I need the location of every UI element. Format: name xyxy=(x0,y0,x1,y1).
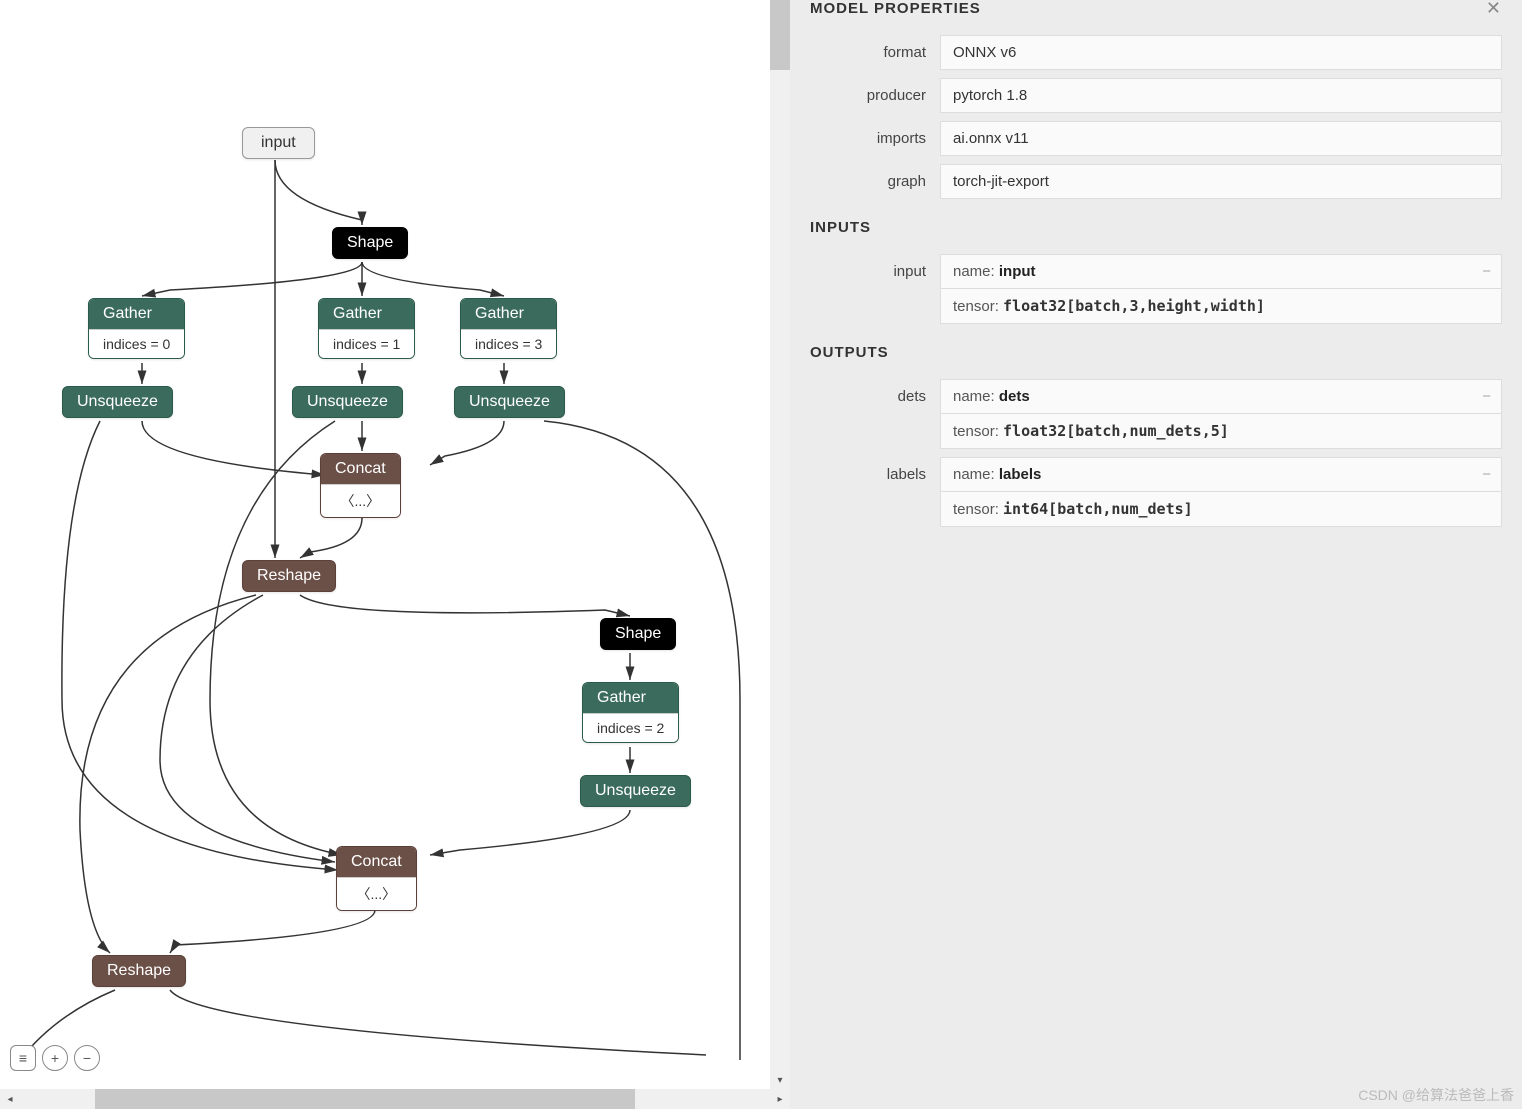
node-head: Gather xyxy=(319,299,414,329)
name-value: labels xyxy=(999,466,1042,483)
zoom-in-button[interactable]: + xyxy=(42,1045,68,1071)
prop-row-producer: producer pytorch 1.8 xyxy=(810,78,1502,113)
section-model-properties: MODEL PROPERTIES ✕ xyxy=(810,0,1502,17)
scrollbar-horizontal-thumb[interactable] xyxy=(95,1089,635,1109)
prop-label: labels xyxy=(810,457,940,483)
prop-value-name[interactable]: name: labels − xyxy=(940,457,1502,492)
tensor-value: float32[batch,num_dets,5] xyxy=(1003,422,1229,440)
prop-label: format xyxy=(810,35,940,61)
prop-value-tensor[interactable]: tensor: float32[batch,3,height,width] xyxy=(940,289,1502,324)
node-body: indices = 1 xyxy=(319,329,414,358)
scrollbar-vertical[interactable]: ▾ xyxy=(770,0,790,1090)
node-body: indices = 3 xyxy=(461,329,556,358)
node-label: Unsqueeze xyxy=(469,393,550,410)
node-unsqueeze-3[interactable]: Unsqueeze xyxy=(454,386,565,418)
prop-row-format: format ONNX v6 xyxy=(810,35,1502,70)
prop-row-imports: imports ai.onnx v11 xyxy=(810,121,1502,156)
node-body: indices = 2 xyxy=(583,713,678,742)
node-gather-2[interactable]: Gather indices = 1 xyxy=(318,298,415,359)
prop-value-tensor[interactable]: tensor: float32[batch,num_dets,5] xyxy=(940,414,1502,449)
prop-value[interactable]: torch-jit-export xyxy=(940,164,1502,199)
node-shape-1[interactable]: Shape xyxy=(332,227,408,259)
collapse-icon[interactable]: − xyxy=(1482,466,1491,483)
node-head: Gather xyxy=(89,299,184,329)
tensor-value: int64[batch,num_dets] xyxy=(1003,500,1193,518)
prop-value-tensor[interactable]: tensor: int64[batch,num_dets] xyxy=(940,492,1502,527)
scrollbar-right-arrow[interactable]: ▸ xyxy=(770,1089,790,1109)
prop-row-input: input name: input − tensor: float32[batc… xyxy=(810,254,1502,324)
node-reshape-2[interactable]: Reshape xyxy=(92,955,186,987)
node-body: 〈...〉 xyxy=(337,877,416,910)
prop-label: producer xyxy=(810,78,940,104)
node-unsqueeze-4[interactable]: Unsqueeze xyxy=(580,775,691,807)
tensor-prefix: tensor: xyxy=(953,501,1003,518)
node-input[interactable]: input xyxy=(242,127,315,159)
list-icon: ≡ xyxy=(19,1050,27,1066)
node-unsqueeze-2[interactable]: Unsqueeze xyxy=(292,386,403,418)
node-gather-1[interactable]: Gather indices = 0 xyxy=(88,298,185,359)
name-prefix: name: xyxy=(953,263,999,280)
collapse-icon[interactable]: − xyxy=(1482,263,1491,280)
tensor-prefix: tensor: xyxy=(953,423,1003,440)
node-head: Concat xyxy=(321,454,400,484)
node-gather-4[interactable]: Gather indices = 2 xyxy=(582,682,679,743)
prop-value[interactable]: pytorch 1.8 xyxy=(940,78,1502,113)
prop-value[interactable]: ai.onnx v11 xyxy=(940,121,1502,156)
prop-label: imports xyxy=(810,121,940,147)
section-heading-text: MODEL PROPERTIES xyxy=(810,0,981,17)
node-head: Gather xyxy=(461,299,556,329)
minus-icon: − xyxy=(83,1050,91,1066)
prop-row-labels: labels name: labels − tensor: int64[batc… xyxy=(810,457,1502,527)
section-inputs: INPUTS xyxy=(810,219,1502,236)
node-label: Unsqueeze xyxy=(595,782,676,799)
prop-label: input xyxy=(810,254,940,280)
node-unsqueeze-1[interactable]: Unsqueeze xyxy=(62,386,173,418)
node-body: 〈...〉 xyxy=(321,484,400,517)
node-label: Unsqueeze xyxy=(307,393,388,410)
scrollbar-horizontal[interactable]: ◂ ▸ xyxy=(0,1089,790,1109)
node-label: Reshape xyxy=(107,962,171,979)
tensor-prefix: tensor: xyxy=(953,298,1003,315)
graph-panel[interactable]: input Shape Gather indices = 0 Gather in… xyxy=(0,0,790,1109)
node-reshape-1[interactable]: Reshape xyxy=(242,560,336,592)
toolbar-list-button[interactable]: ≡ xyxy=(10,1045,36,1071)
node-label: Shape xyxy=(347,234,393,251)
prop-value[interactable]: ONNX v6 xyxy=(940,35,1502,70)
scrollbar-down-arrow[interactable]: ▾ xyxy=(770,1070,790,1090)
name-value: dets xyxy=(999,388,1030,405)
name-value: input xyxy=(999,263,1036,280)
node-concat-1[interactable]: Concat 〈...〉 xyxy=(320,453,401,518)
node-label: Reshape xyxy=(257,567,321,584)
toolbar: ≡ + − xyxy=(10,1045,100,1071)
section-outputs: OUTPUTS xyxy=(810,344,1502,361)
prop-row-dets: dets name: dets − tensor: float32[batch,… xyxy=(810,379,1502,449)
prop-label: dets xyxy=(810,379,940,405)
scrollbar-vertical-thumb[interactable] xyxy=(770,0,790,70)
scrollbar-left-arrow[interactable]: ◂ xyxy=(0,1089,20,1109)
node-gather-3[interactable]: Gather indices = 3 xyxy=(460,298,557,359)
node-head: Gather xyxy=(583,683,678,713)
properties-panel: MODEL PROPERTIES ✕ format ONNX v6 produc… xyxy=(790,0,1522,1109)
close-icon[interactable]: ✕ xyxy=(1486,0,1502,19)
node-concat-2[interactable]: Concat 〈...〉 xyxy=(336,846,417,911)
node-label: input xyxy=(261,134,296,151)
node-body: indices = 0 xyxy=(89,329,184,358)
prop-label: graph xyxy=(810,164,940,190)
node-label: Unsqueeze xyxy=(77,393,158,410)
name-prefix: name: xyxy=(953,466,999,483)
collapse-icon[interactable]: − xyxy=(1482,388,1491,405)
node-label: Shape xyxy=(615,625,661,642)
node-head: Concat xyxy=(337,847,416,877)
prop-value-name[interactable]: name: input − xyxy=(940,254,1502,289)
name-prefix: name: xyxy=(953,388,999,405)
prop-row-graph: graph torch-jit-export xyxy=(810,164,1502,199)
node-shape-2[interactable]: Shape xyxy=(600,618,676,650)
zoom-out-button[interactable]: − xyxy=(74,1045,100,1071)
tensor-value: float32[batch,3,height,width] xyxy=(1003,297,1265,315)
watermark: CSDN @给算法爸爸上香 xyxy=(1358,1085,1514,1105)
plus-icon: + xyxy=(51,1050,59,1066)
prop-value-name[interactable]: name: dets − xyxy=(940,379,1502,414)
